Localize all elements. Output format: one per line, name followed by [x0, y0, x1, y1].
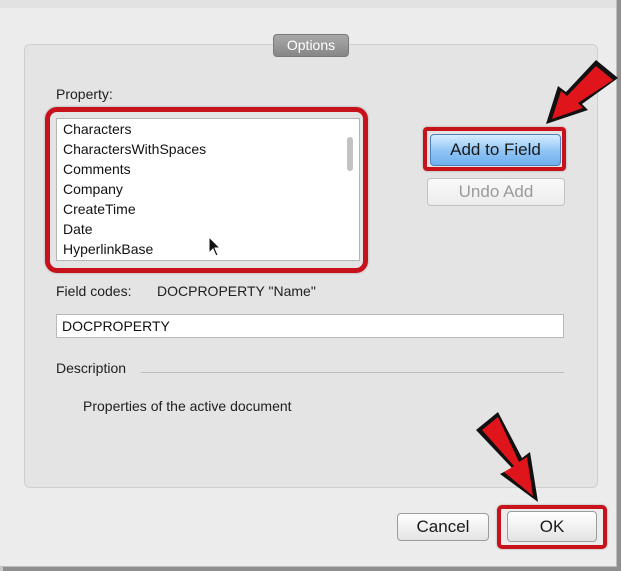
undo-add-button[interactable]: Undo Add [427, 178, 565, 206]
pointer-arrow-icon [476, 412, 538, 502]
cancel-button[interactable]: Cancel [397, 513, 489, 541]
red-highlight-box [423, 127, 566, 171]
dialog-top-strip [0, 0, 616, 8]
description-text: Properties of the active document [83, 398, 292, 414]
field-codes-label: Field codes: [56, 283, 132, 299]
property-label: Property: [56, 86, 113, 102]
description-label: Description [56, 360, 127, 376]
mouse-pointer-icon [208, 236, 222, 257]
description-separator [141, 372, 564, 373]
field-code-input[interactable]: DOCPROPERTY [56, 314, 564, 338]
red-highlight-box [497, 505, 607, 549]
pointer-arrow-icon [546, 60, 618, 124]
options-group-title: Options [273, 34, 349, 57]
field-codes-value: DOCPROPERTY "Name" [157, 283, 316, 299]
red-highlight-box [45, 107, 368, 273]
